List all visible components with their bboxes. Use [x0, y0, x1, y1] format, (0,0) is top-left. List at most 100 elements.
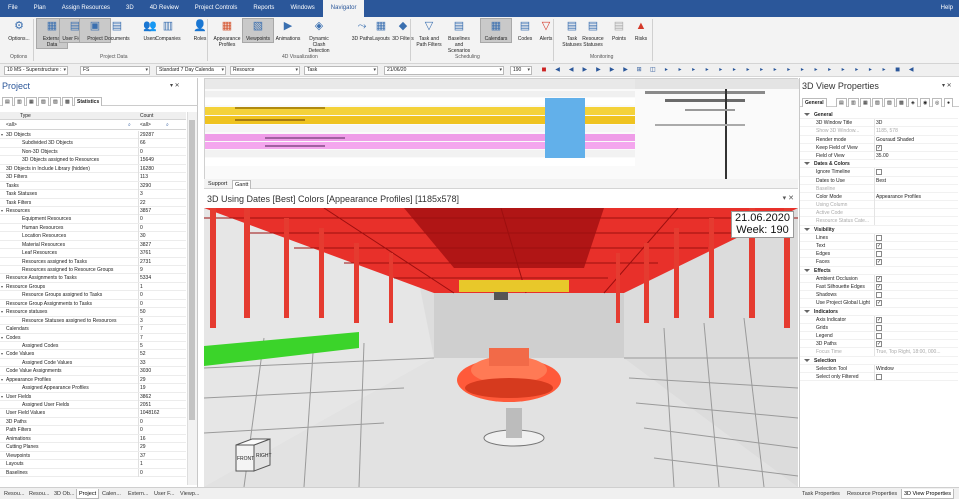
property-row[interactable]: Shadows: [800, 291, 958, 300]
expand-icon[interactable]: ▾: [1, 207, 3, 215]
panel-options-icons[interactable]: ▾ ✕: [942, 82, 952, 89]
property-row[interactable]: Axis Indicator ✓: [800, 315, 958, 324]
tab-icon-i[interactable]: ◎: [932, 98, 943, 107]
bottom-tab-extern-[interactable]: Extern...: [126, 489, 150, 499]
3d-viewport[interactable]: 21.06.2020 Week: 190 FRONT RIGHT: [204, 208, 798, 487]
property-row[interactable]: Ambient Occlusion ✓: [800, 274, 958, 283]
table-row[interactable]: ▾ User Fields 3862: [0, 392, 186, 401]
table-row[interactable]: Equipment Resources 0: [0, 215, 186, 224]
checkbox[interactable]: ✓: [876, 316, 882, 323]
phase-combo[interactable]: 10 MS - Superstructure :: [4, 66, 68, 75]
bottom-tab-task-properties[interactable]: Task Properties: [800, 489, 842, 499]
property-category[interactable]: Selection: [800, 357, 958, 365]
baselines-and-scenarios-button[interactable]: ▤ Baselines and Scenarios: [444, 19, 474, 54]
dynamic-clash-detection-button[interactable]: ◈ Dynamic Clash Detection: [304, 19, 334, 54]
date-combo[interactable]: 21/06/20: [384, 66, 504, 75]
step-forward-icon[interactable]: ▶: [608, 66, 616, 74]
menu-tab-4d-review[interactable]: 4D Review: [142, 0, 187, 17]
checkbox[interactable]: ✓: [876, 283, 882, 290]
documents-button[interactable]: ▤ Documents: [102, 19, 132, 42]
property-row[interactable]: Dates to Use Best: [800, 176, 958, 185]
property-row[interactable]: Select only Filtered: [800, 373, 958, 382]
frame-icon[interactable]: ◫: [649, 66, 657, 74]
table-row[interactable]: Cutting Planes 29: [0, 443, 186, 452]
bottom-tab-viewp-[interactable]: Viewp...: [178, 489, 201, 499]
table-row[interactable]: Human Resources 0: [0, 223, 186, 233]
checkbox[interactable]: [876, 292, 882, 299]
link-type-combo[interactable]: FS: [80, 66, 150, 75]
tool-icon-16[interactable]: ▸: [758, 66, 766, 74]
table-row[interactable]: 3D Objects assigned to Resources 15649: [0, 156, 186, 165]
record-icon[interactable]: ◼: [540, 66, 548, 74]
tab-icon-h[interactable]: ◉: [920, 98, 931, 107]
property-category[interactable]: Indicators: [800, 308, 958, 316]
property-row[interactable]: Color Mode Appearance Profiles: [800, 192, 958, 202]
animations-button[interactable]: ▶ Animations: [273, 19, 303, 42]
tool-icon-23[interactable]: ▸: [853, 66, 861, 74]
checkbox[interactable]: ✓: [876, 259, 882, 266]
expand-icon[interactable]: ▾: [1, 308, 3, 316]
tool-icon-13[interactable]: ▸: [717, 66, 725, 74]
step-back-icon[interactable]: ◀: [554, 66, 562, 74]
table-row[interactable]: Assigned Appearance Profiles 19: [0, 384, 186, 393]
tab-icon-4[interactable]: ▧: [38, 97, 49, 106]
tab-icon-3[interactable]: ▦: [26, 97, 37, 106]
week-field[interactable]: 190: [510, 66, 532, 75]
rewind-icon[interactable]: ◀: [567, 66, 575, 74]
property-row[interactable]: Show 3D Window... 1185, 578: [800, 127, 958, 136]
calendars-button[interactable]: ▦ Calendars: [480, 18, 512, 43]
property-category[interactable]: General: [800, 111, 958, 120]
table-row[interactable]: Assigned Codes 5: [0, 341, 186, 351]
tab-icon-c[interactable]: ▦: [860, 98, 871, 107]
menu-tab-file[interactable]: File: [0, 0, 26, 17]
bottom-tab-3d-view-properties[interactable]: 3D View Properties: [901, 489, 954, 499]
task-and-path-filters-button[interactable]: ▽ Task and Path Filters: [414, 19, 444, 48]
property-row[interactable]: Fast Silhouette Edges ✓: [800, 282, 958, 292]
tool-icon-15[interactable]: ▸: [744, 66, 752, 74]
col-type-header[interactable]: Type: [20, 112, 31, 120]
checkbox[interactable]: [876, 251, 882, 258]
bottom-tab-resource-properties[interactable]: Resource Properties: [845, 489, 899, 499]
table-row[interactable]: Animations 16: [0, 434, 186, 444]
tool-icon-14[interactable]: ▸: [730, 66, 738, 74]
property-row[interactable]: Render mode Gouraud Shaded: [800, 135, 958, 144]
expand-icon[interactable]: ▾: [1, 131, 3, 139]
table-row[interactable]: ▾ 3D Objects 29287: [0, 131, 186, 140]
property-row[interactable]: Field of View 35.00: [800, 151, 958, 161]
tab-icon-b[interactable]: ▥: [848, 98, 859, 107]
tool-icon-18[interactable]: ▸: [785, 66, 793, 74]
table-row[interactable]: Task Statuses 3: [0, 190, 186, 199]
col-count-header[interactable]: Count: [140, 112, 153, 120]
property-row[interactable]: Selection Tool Window: [800, 364, 958, 373]
property-row[interactable]: Lines: [800, 233, 958, 242]
table-row[interactable]: ▾ Resource Groups 1: [0, 282, 186, 292]
table-row[interactable]: Code Value Assignments 3030: [0, 367, 186, 376]
checkbox[interactable]: [876, 169, 882, 176]
property-category[interactable]: Visibility: [800, 226, 958, 234]
property-row[interactable]: Grids: [800, 323, 958, 333]
table-row[interactable]: Location Resources 30: [0, 232, 186, 241]
tool-icon-24[interactable]: ▸: [866, 66, 874, 74]
tab-statistics[interactable]: Statistics: [74, 97, 103, 106]
property-row[interactable]: Use Project Global Light ✓: [800, 299, 958, 308]
checkbox[interactable]: ✓: [876, 300, 882, 307]
tab-icon-2[interactable]: ▥: [14, 97, 25, 106]
expand-icon[interactable]: ▾: [1, 393, 3, 401]
tab-gantt[interactable]: Gantt: [232, 180, 252, 189]
tool-icon-26[interactable]: ◼: [894, 66, 902, 74]
gantt-view[interactable]: [204, 78, 799, 180]
property-row[interactable]: Active Code: [800, 209, 958, 218]
property-row[interactable]: Text ✓: [800, 242, 958, 251]
table-row[interactable]: Viewpoints 37: [0, 451, 186, 461]
table-row[interactable]: Layouts 1: [0, 460, 186, 469]
property-row[interactable]: 3D Window Title 3D: [800, 119, 958, 128]
play-icon[interactable]: ▶: [581, 66, 589, 74]
checkbox[interactable]: ✓: [876, 341, 882, 348]
menu-tab-reports[interactable]: Reports: [245, 0, 282, 17]
tab-support[interactable]: Support: [206, 180, 229, 189]
tool-icon-22[interactable]: ▸: [839, 66, 847, 74]
table-row[interactable]: Resources assigned to Tasks 2731: [0, 257, 186, 266]
help-menu[interactable]: Help: [941, 0, 953, 17]
panel-options-icons[interactable]: ▾ ✕: [170, 82, 180, 89]
bottom-tab-resou-[interactable]: Resou...: [27, 489, 51, 499]
